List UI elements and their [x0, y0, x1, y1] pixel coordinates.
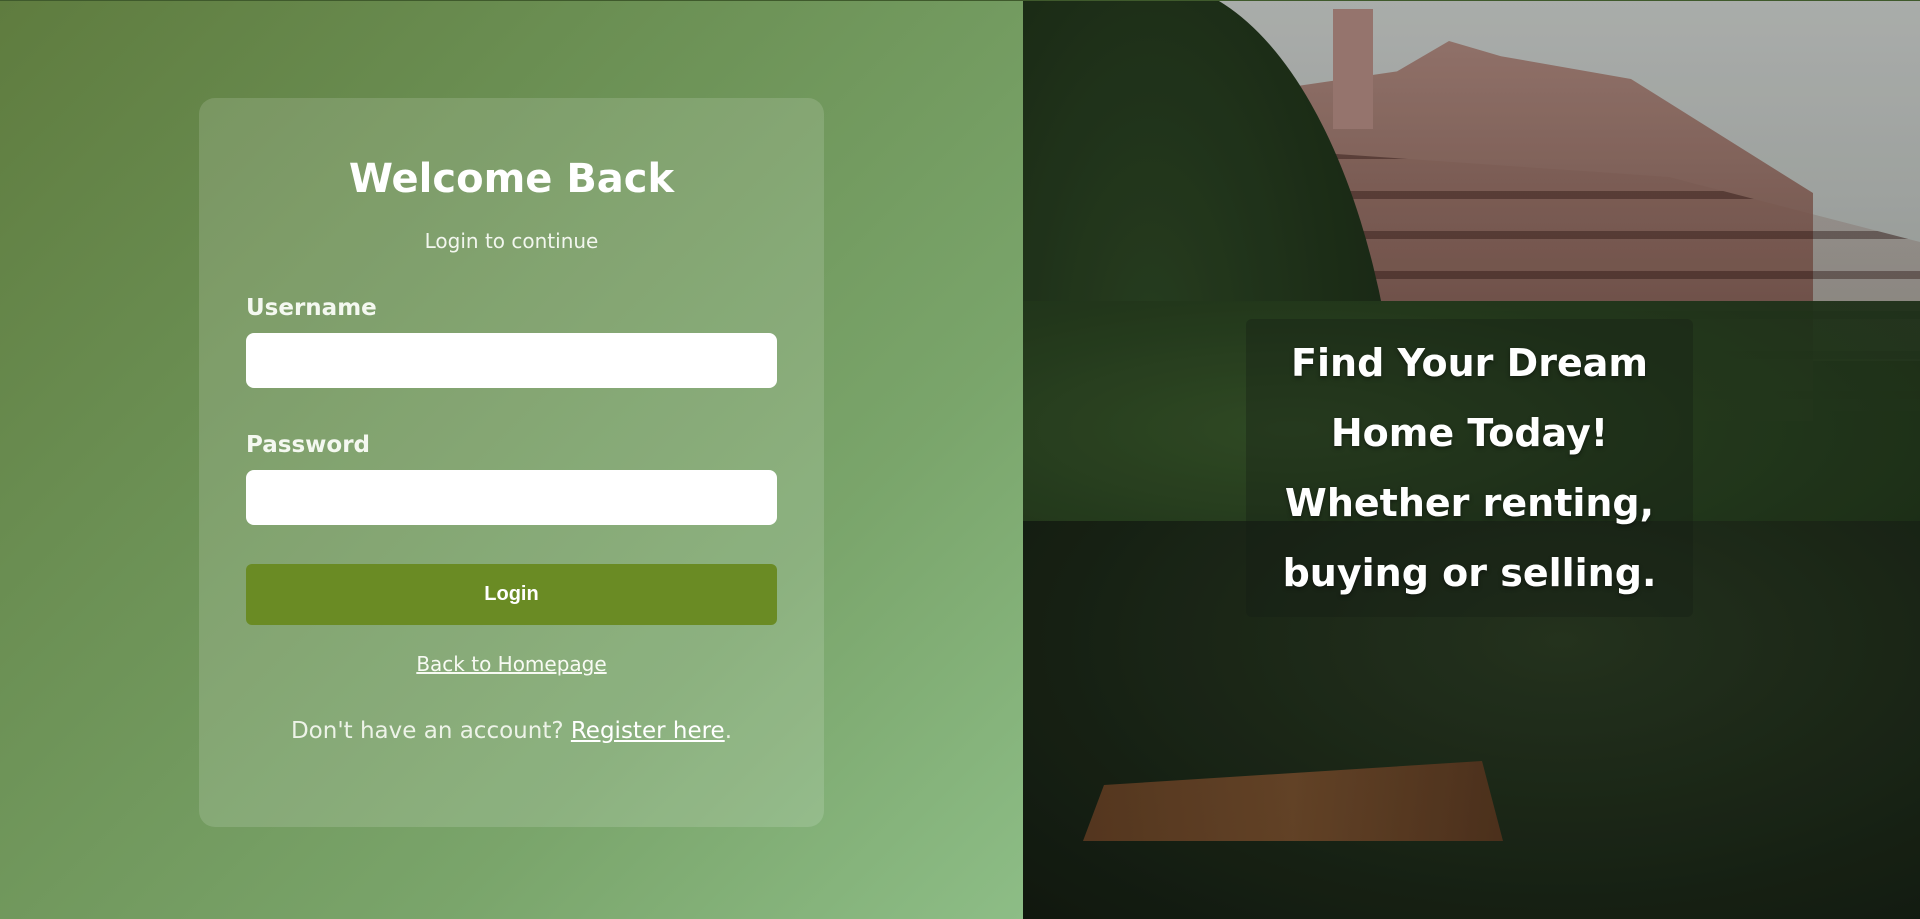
register-prompt-text: Don't have an account? — [290, 718, 571, 744]
password-input[interactable] — [246, 470, 777, 525]
hero-image-panel: Find Your Dream Home Today! Whether rent… — [1023, 1, 1920, 919]
username-input[interactable] — [246, 333, 777, 388]
login-button[interactable]: Login — [246, 564, 777, 625]
login-panel: Welcome Back Login to continue Username … — [0, 1, 1023, 919]
back-to-homepage-link[interactable]: Back to Homepage — [416, 652, 606, 676]
register-link[interactable]: Register here — [571, 718, 725, 744]
username-field-group: Username — [246, 295, 777, 388]
hero-tagline-box: Find Your Dream Home Today! Whether rent… — [1246, 319, 1693, 617]
login-subtitle: Login to continue — [424, 229, 599, 253]
login-card: Welcome Back Login to continue Username … — [199, 98, 824, 827]
register-prompt: Don't have an account? Register here. — [246, 718, 777, 744]
page-title: Welcome Back — [348, 156, 675, 202]
password-field-group: Password — [246, 432, 777, 525]
register-suffix: . — [724, 718, 733, 744]
password-label: Password — [246, 432, 370, 458]
hero-tagline: Find Your Dream Home Today! Whether rent… — [1282, 341, 1657, 595]
username-label: Username — [246, 295, 377, 321]
